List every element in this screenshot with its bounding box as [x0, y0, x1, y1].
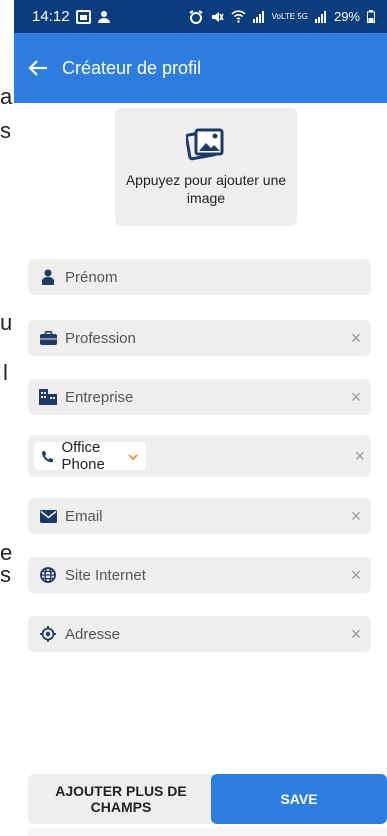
add-more-fields-button[interactable]: AJOUTER PLUS DE CHAMPS	[28, 774, 214, 824]
signal-icon-2	[314, 10, 326, 23]
briefcase-icon	[39, 329, 57, 347]
bottom-nav-strip	[28, 828, 387, 836]
back-button[interactable]	[24, 54, 52, 82]
add-image-button[interactable]: Appuyez pour ajouter une image	[115, 108, 297, 226]
phone-type-dropdown[interactable]: Office Phone	[34, 439, 146, 473]
page-title: Créateur de profil	[62, 57, 202, 78]
phone-field[interactable]: Office Phone ×	[28, 435, 371, 477]
globe-icon	[39, 566, 57, 584]
gallery-notification-icon	[75, 9, 91, 24]
wifi-icon	[231, 10, 246, 23]
mute-icon	[211, 11, 224, 22]
website-input[interactable]	[65, 566, 341, 584]
company-input[interactable]	[65, 388, 341, 406]
first-name-input[interactable]	[65, 268, 371, 286]
email-input[interactable]	[65, 507, 341, 525]
battery-icon	[367, 10, 375, 23]
chevron-down-icon	[128, 449, 138, 464]
background-text: s	[0, 562, 11, 587]
app-bar: Créateur de profil	[14, 33, 387, 103]
profession-input[interactable]	[65, 329, 341, 347]
phone-type-label: Office Phone	[61, 439, 105, 473]
battery-percent: 29%	[333, 9, 360, 24]
save-label: SAVE	[280, 790, 318, 807]
background-text: s	[0, 118, 11, 143]
add-more-fields-label: AJOUTER PLUS DE CHAMPS	[55, 782, 187, 815]
status-bar: 14:12 VoLTE 5G 29%	[14, 0, 387, 33]
address-field[interactable]: ×	[28, 616, 371, 652]
alarm-icon	[189, 9, 203, 24]
signal-icon	[252, 10, 264, 23]
email-field[interactable]: ×	[28, 498, 371, 534]
user-notification-icon	[97, 10, 110, 23]
profession-field[interactable]: ×	[28, 320, 371, 356]
save-button[interactable]: SAVE	[211, 774, 387, 824]
first-name-field[interactable]	[28, 259, 371, 295]
image-gallery-icon	[186, 128, 224, 161]
status-time: 14:12	[32, 8, 70, 25]
background-text: u	[0, 310, 13, 335]
location-target-icon	[39, 625, 57, 643]
add-image-label: Appuyez pour ajouter une image	[125, 172, 287, 206]
clear-website-button[interactable]: ×	[341, 557, 371, 593]
person-icon	[39, 268, 57, 286]
background-text: l	[3, 360, 8, 385]
clear-profession-button[interactable]: ×	[341, 320, 371, 356]
clear-phone-button[interactable]: ×	[349, 438, 371, 474]
network-type: VoLTE 5G	[271, 11, 308, 21]
company-field[interactable]: ×	[28, 379, 371, 415]
background-text: a	[0, 84, 13, 109]
clear-email-button[interactable]: ×	[341, 498, 371, 534]
phone-input[interactable]	[149, 447, 349, 465]
address-input[interactable]	[65, 625, 341, 643]
clear-company-button[interactable]: ×	[341, 379, 371, 415]
phone-icon	[42, 450, 54, 462]
building-icon	[39, 388, 57, 406]
envelope-icon	[39, 507, 57, 525]
arrow-left-icon	[28, 60, 47, 76]
profile-creator-screen: 14:12 VoLTE 5G 29% Créateur de profil Ap	[14, 0, 387, 836]
clear-address-button[interactable]: ×	[341, 616, 371, 652]
website-field[interactable]: ×	[28, 557, 371, 593]
